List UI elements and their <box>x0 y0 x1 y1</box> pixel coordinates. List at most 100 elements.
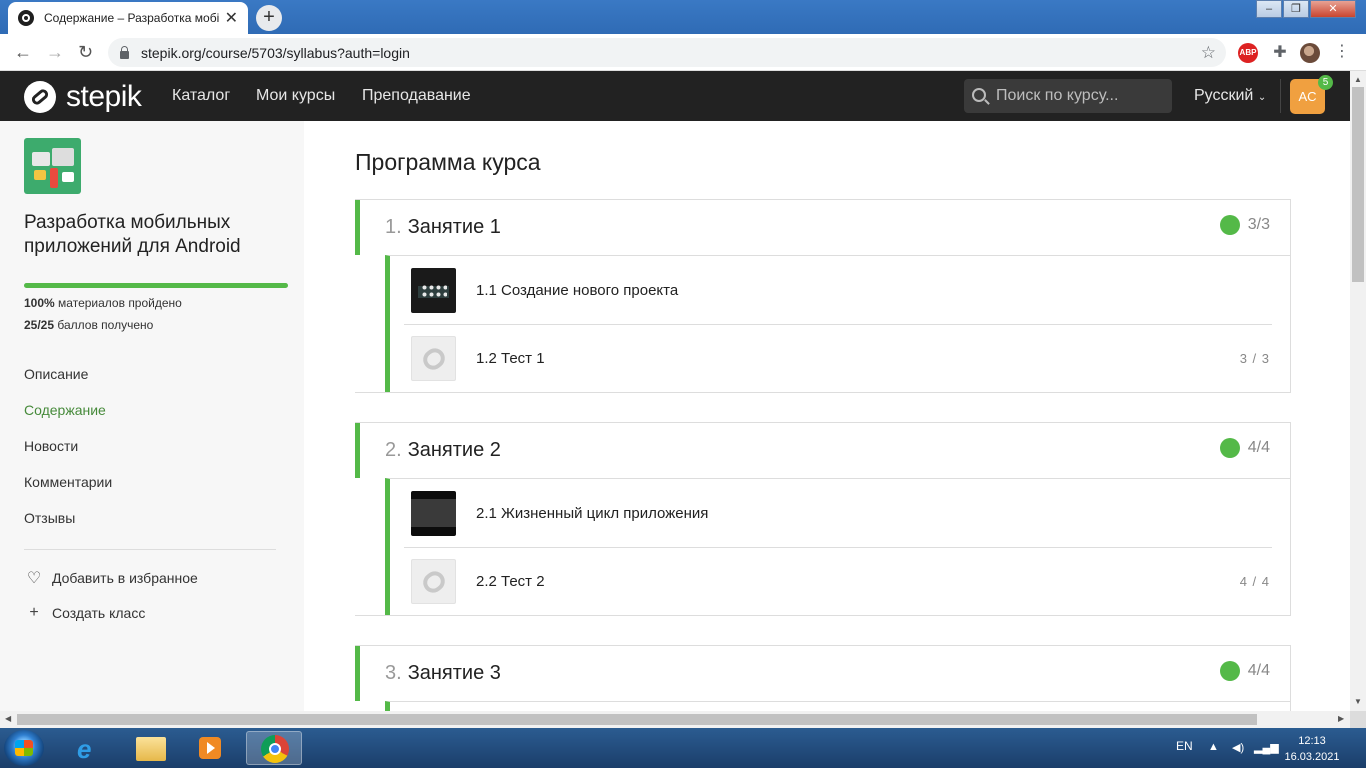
media-player-icon[interactable] <box>182 731 238 765</box>
stepik-logo[interactable]: stepik <box>24 80 142 114</box>
browser-tab-strip: Содержание – Разработка мобі ✕ + – ❐ ✕ <box>0 0 1366 34</box>
lesson-title[interactable]: 1.2 Тест 1 <box>476 350 545 367</box>
course-sidebar: Разработка мобильных приложений для Andr… <box>0 121 304 711</box>
language-dropdown[interactable]: Русский ⌄ <box>1194 87 1266 105</box>
score-value: 25/25 <box>24 318 55 332</box>
add-favorite-button[interactable]: ♡ Добавить в избранное <box>24 568 198 588</box>
scroll-up-icon[interactable]: ▲ <box>1354 75 1362 84</box>
maximize-button[interactable]: ❐ <box>1283 0 1309 18</box>
tab-title: Содержание – Разработка мобі <box>44 11 219 25</box>
materials-percent: 100% <box>24 296 55 310</box>
section-status: 3/3 <box>1219 215 1270 235</box>
logo-text: stepik <box>66 80 142 113</box>
chrome-taskbar-icon[interactable] <box>246 731 302 765</box>
completed-dot-icon <box>1219 438 1240 458</box>
window-controls: – ❐ ✕ <box>1255 0 1356 18</box>
system-clock[interactable]: 12:13 16.03.2021 <box>1282 733 1342 765</box>
keyboard-language[interactable]: EN <box>1176 739 1193 753</box>
lesson-item[interactable]: 2.2 Тест 2 4 / 4 <box>390 547 1290 615</box>
nav-catalog[interactable]: Каталог <box>172 87 230 105</box>
browser-tab[interactable]: Содержание – Разработка мобі ✕ <box>8 2 248 34</box>
section-number: 1. <box>385 216 402 238</box>
lesson-item[interactable]: 1.2 Тест 1 3 / 3 <box>390 324 1290 392</box>
url-field[interactable]: stepik.org/course/5703/syllabus?auth=log… <box>108 38 1226 67</box>
heart-icon: ♡ <box>26 570 42 587</box>
section-title[interactable]: Занятие 3 <box>408 662 501 685</box>
course-search-input[interactable]: Поиск по курсу... <box>964 79 1172 113</box>
extensions-puzzle-icon[interactable]: ✚ <box>1270 43 1290 63</box>
lesson-title[interactable]: 1.1 Создание нового проекта <box>476 282 678 299</box>
windows-taskbar: e EN ▲ ◀) ▂▄▆ 12:13 16.03.2021 <box>0 728 1366 768</box>
syllabus-main: Программа курса 1. Занятие 1 3/3 1.1 Соз… <box>304 121 1350 711</box>
adblock-extension-icon[interactable]: ABP <box>1238 43 1258 63</box>
lesson-item[interactable]: 2.1 Жизненный цикл приложения <box>390 479 1290 547</box>
section-title[interactable]: Занятие 1 <box>408 216 501 239</box>
stepik-placeholder-icon <box>411 558 456 604</box>
scroll-right-icon[interactable]: ▶ <box>1338 714 1344 723</box>
sidebar-item-comments[interactable]: Комментарии <box>24 474 112 490</box>
course-cover-image[interactable] <box>24 138 81 194</box>
lesson-score: 3 / 3 <box>1239 350 1270 366</box>
sidebar-item-contents[interactable]: Содержание <box>24 402 106 418</box>
start-button[interactable] <box>4 730 44 766</box>
volume-icon[interactable]: ◀) <box>1232 741 1244 754</box>
lesson-title[interactable]: 2.2 Тест 2 <box>476 573 545 590</box>
course-progress-bar <box>24 283 288 288</box>
tray-expand-icon[interactable]: ▲ <box>1208 741 1219 753</box>
lesson-score: 4 / 4 <box>1239 573 1270 589</box>
back-icon[interactable]: ← <box>14 42 32 63</box>
section-title[interactable]: Занятие 2 <box>408 439 501 462</box>
window-close-button[interactable]: ✕ <box>1310 0 1356 18</box>
lesson-list <box>385 701 1290 711</box>
course-title[interactable]: Разработка мобильных приложений для Andr… <box>24 211 284 259</box>
section-2: 2. Занятие 2 4/4 2.1 Жизненный цикл прил… <box>355 422 1291 616</box>
reload-icon[interactable]: ↻ <box>78 42 93 63</box>
section-status: 4/4 <box>1219 661 1270 681</box>
browser-menu-icon[interactable]: ⋮ <box>1332 43 1352 63</box>
materials-stat: 100% материалов пройдено <box>24 296 182 310</box>
section-header[interactable]: 2. Занятие 2 4/4 <box>355 423 1290 478</box>
url-text: stepik.org/course/5703/syllabus?auth=log… <box>141 44 410 61</box>
nav-my-courses[interactable]: Мои курсы <box>256 87 335 105</box>
internet-explorer-icon[interactable]: e <box>62 731 118 765</box>
sidebar-item-reviews[interactable]: Отзывы <box>24 510 75 526</box>
tab-close-icon[interactable]: ✕ <box>225 8 238 28</box>
lesson-title[interactable]: 2.1 Жизненный цикл приложения <box>476 505 708 522</box>
horizontal-scroll-thumb[interactable] <box>17 714 1257 725</box>
lesson-item[interactable]: 1.1 Создание нового проекта <box>390 256 1290 324</box>
create-class-label: Создать класс <box>52 605 146 621</box>
section-score: 4/4 <box>1247 662 1270 679</box>
chevron-down-icon: ⌄ <box>1257 92 1267 103</box>
section-1: 1. Занятие 1 3/3 1.1 Создание нового про… <box>355 199 1291 393</box>
completed-dot-icon <box>1219 215 1240 235</box>
file-explorer-icon[interactable] <box>122 731 178 765</box>
horizontal-scrollbar[interactable]: ◀ ▶ <box>0 711 1350 728</box>
section-number: 2. <box>385 439 402 461</box>
scroll-left-icon[interactable]: ◀ <box>5 714 11 723</box>
vertical-scrollbar[interactable]: ▲ ▼ <box>1350 71 1366 711</box>
profile-avatar-icon[interactable] <box>1300 43 1320 63</box>
vertical-scroll-thumb[interactable] <box>1352 87 1364 282</box>
sidebar-item-description[interactable]: Описание <box>24 366 88 382</box>
section-header[interactable]: 1. Занятие 1 3/3 <box>355 200 1290 255</box>
address-bar: ← → ↻ stepik.org/course/5703/syllabus?au… <box>0 34 1366 71</box>
clock-time: 12:13 <box>1298 735 1326 747</box>
nav-teaching[interactable]: Преподавание <box>362 87 471 105</box>
stepik-placeholder-icon <box>411 335 456 381</box>
bookmark-star-icon[interactable]: ☆ <box>1201 43 1216 63</box>
create-class-button[interactable]: + Создать класс <box>24 604 145 622</box>
forward-icon[interactable]: → <box>46 42 64 63</box>
section-header[interactable]: 3. Занятие 3 4/4 <box>355 646 1290 701</box>
new-tab-button[interactable]: + <box>256 5 282 31</box>
search-placeholder: Поиск по курсу... <box>996 87 1119 104</box>
network-signal-icon[interactable]: ▂▄▆ <box>1254 741 1279 754</box>
scroll-down-icon[interactable]: ▼ <box>1354 697 1362 706</box>
minimize-button[interactable]: – <box>1256 0 1282 18</box>
page-title: Программа курса <box>355 149 541 175</box>
score-stat: 25/25 баллов получено <box>24 318 153 332</box>
score-text: баллов получено <box>57 318 154 332</box>
navbar-divider <box>1280 79 1281 113</box>
sidebar-item-news[interactable]: Новости <box>24 438 78 454</box>
materials-text: материалов пройдено <box>58 296 182 310</box>
notification-badge[interactable]: 5 <box>1318 75 1333 90</box>
